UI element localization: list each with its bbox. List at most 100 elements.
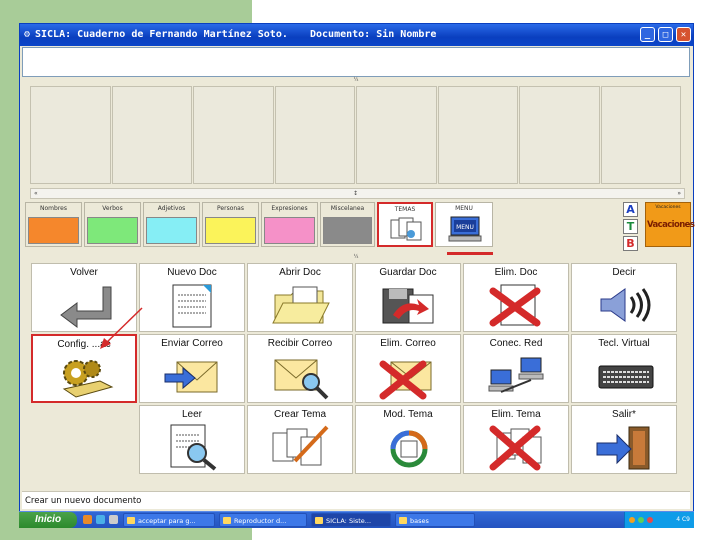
button-label: Config. ...ac bbox=[57, 339, 111, 350]
enviar-correo-button[interactable]: Enviar Correo bbox=[139, 334, 245, 403]
top-divider-marker[interactable]: ¼ bbox=[350, 77, 362, 84]
letter-b-button[interactable]: B bbox=[623, 236, 638, 251]
speaker-icon bbox=[600, 288, 651, 322]
documents-icon bbox=[390, 217, 422, 241]
tray-icon[interactable] bbox=[629, 517, 635, 523]
scroll-left-icon[interactable]: « bbox=[34, 190, 38, 197]
delete-theme-icon bbox=[489, 425, 542, 471]
tecl-virtual-button[interactable]: Tecl. Virtual bbox=[571, 334, 677, 403]
category-label: MENU bbox=[455, 205, 473, 212]
task-label: acceptar para g... bbox=[138, 517, 196, 525]
middle-divider-marker[interactable]: ¼ bbox=[350, 254, 362, 261]
open-folder-icon bbox=[272, 286, 330, 324]
salir-button[interactable]: Salir* bbox=[571, 405, 677, 474]
decir-button[interactable]: Decir bbox=[571, 263, 677, 332]
vacaciones-theme-button[interactable]: Vacaciones Vacaciones bbox=[645, 202, 695, 247]
sentence-cell[interactable] bbox=[519, 86, 600, 184]
button-label: Volver bbox=[70, 267, 98, 278]
exit-door-icon bbox=[596, 426, 650, 470]
document-name: Documento: Sin Nombre bbox=[310, 29, 437, 40]
category-menu[interactable]: MENU MENU bbox=[435, 202, 493, 247]
start-button[interactable]: Inicio bbox=[19, 512, 77, 528]
return-arrow-icon bbox=[60, 286, 112, 328]
close-button[interactable]: ✕ bbox=[676, 27, 691, 42]
category-bar: Nombres Verbos Adjetivos Personas Expres… bbox=[25, 202, 690, 250]
scroll-right-icon[interactable]: » bbox=[677, 190, 681, 197]
minimize-button[interactable]: _ bbox=[640, 27, 655, 42]
category-label: Expresiones bbox=[271, 205, 308, 212]
button-label: Guardar Doc bbox=[379, 267, 437, 278]
elim-tema-button[interactable]: Elim. Tema bbox=[463, 405, 569, 474]
menu-highlight-underline bbox=[447, 252, 493, 255]
letter-t-button[interactable]: T bbox=[623, 219, 638, 234]
system-tray: 4 C9 bbox=[624, 512, 694, 528]
volver-button[interactable]: Volver bbox=[31, 263, 137, 332]
category-expresiones[interactable]: Expresiones bbox=[261, 202, 318, 247]
category-verbos[interactable]: Verbos bbox=[84, 202, 141, 247]
category-swatch bbox=[205, 217, 256, 244]
category-swatch bbox=[264, 217, 315, 244]
quicklaunch-gear-icon[interactable] bbox=[109, 515, 118, 524]
gears-icon bbox=[62, 360, 114, 398]
read-magnifier-icon bbox=[170, 424, 217, 471]
category-label: Adjetivos bbox=[157, 205, 186, 212]
config-button[interactable]: Config. ...ac bbox=[31, 334, 137, 403]
recibir-correo-button[interactable]: Recibir Correo bbox=[247, 334, 353, 403]
category-swatch bbox=[146, 217, 197, 244]
receive-mail-icon bbox=[274, 359, 329, 400]
sentence-cell[interactable] bbox=[437, 86, 518, 184]
sentence-cell[interactable] bbox=[600, 86, 681, 184]
leer-button[interactable]: Leer bbox=[139, 405, 245, 474]
delete-mail-icon bbox=[379, 360, 432, 400]
sentence-cell[interactable] bbox=[356, 86, 437, 184]
new-document-icon bbox=[172, 284, 212, 328]
sentence-cell[interactable] bbox=[193, 86, 274, 184]
category-nombres[interactable]: Nombres bbox=[25, 202, 82, 247]
taskbar-item[interactable]: acceptar para g... bbox=[123, 513, 215, 527]
sentence-cells bbox=[30, 86, 682, 184]
guardar-doc-button[interactable]: Guardar Doc bbox=[355, 263, 461, 332]
elim-doc-button[interactable]: Elim. Doc bbox=[463, 263, 569, 332]
taskbar-item-active[interactable]: SICLA: Siste... bbox=[311, 513, 391, 527]
letter-a-button[interactable]: A bbox=[623, 202, 638, 217]
task-icon bbox=[223, 517, 231, 524]
sentence-cell[interactable] bbox=[274, 86, 355, 184]
category-label: Personas bbox=[217, 205, 244, 212]
modify-theme-icon bbox=[390, 430, 428, 468]
maximize-button[interactable]: □ bbox=[658, 27, 673, 42]
category-miscelanea[interactable]: Miscelanea bbox=[320, 202, 375, 247]
button-label: Elim. Tema bbox=[491, 409, 541, 420]
button-label: Recibir Correo bbox=[267, 338, 333, 349]
category-label: Nombres bbox=[40, 205, 67, 212]
taskbar-item[interactable]: Reproductor d... bbox=[219, 513, 307, 527]
app-icon: ⚙ bbox=[24, 29, 31, 40]
category-adjetivos[interactable]: Adjetivos bbox=[143, 202, 200, 247]
category-personas[interactable]: Personas bbox=[202, 202, 259, 247]
quicklaunch-ie-icon[interactable] bbox=[96, 515, 105, 524]
document-text-area[interactable] bbox=[22, 47, 690, 77]
conec-red-button[interactable]: Conec. Red bbox=[463, 334, 569, 403]
taskbar-item[interactable]: bases bbox=[395, 513, 475, 527]
scroll-center-icon[interactable]: ↕ bbox=[353, 190, 358, 197]
task-icon bbox=[399, 517, 407, 524]
quicklaunch-firefox-icon[interactable] bbox=[83, 515, 92, 524]
elim-correo-button[interactable]: Elim. Correo bbox=[355, 334, 461, 403]
nuevo-doc-button[interactable]: Nuevo Doc bbox=[139, 263, 245, 332]
mod-tema-button[interactable]: Mod. Tema bbox=[355, 405, 461, 474]
send-mail-icon bbox=[164, 361, 218, 393]
sentence-cell[interactable] bbox=[30, 86, 111, 184]
horizontal-scrollbar[interactable]: « ↕ » bbox=[30, 188, 685, 199]
crear-tema-button[interactable]: Crear Tema bbox=[247, 405, 353, 474]
task-icon bbox=[315, 517, 323, 524]
sentence-cell[interactable] bbox=[111, 86, 192, 184]
category-swatch bbox=[323, 217, 372, 244]
clock: 4 C9 bbox=[676, 516, 690, 523]
tray-icon[interactable] bbox=[647, 517, 653, 523]
tray-icon[interactable] bbox=[638, 517, 644, 523]
category-temas[interactable]: TEMAS bbox=[377, 202, 433, 247]
abrir-doc-button[interactable]: Abrir Doc bbox=[247, 263, 353, 332]
category-label: TEMAS bbox=[394, 206, 416, 213]
button-label: Mod. Tema bbox=[383, 409, 433, 420]
button-label: Conec. Red bbox=[489, 338, 543, 349]
button-label: Crear Tema bbox=[273, 409, 327, 420]
